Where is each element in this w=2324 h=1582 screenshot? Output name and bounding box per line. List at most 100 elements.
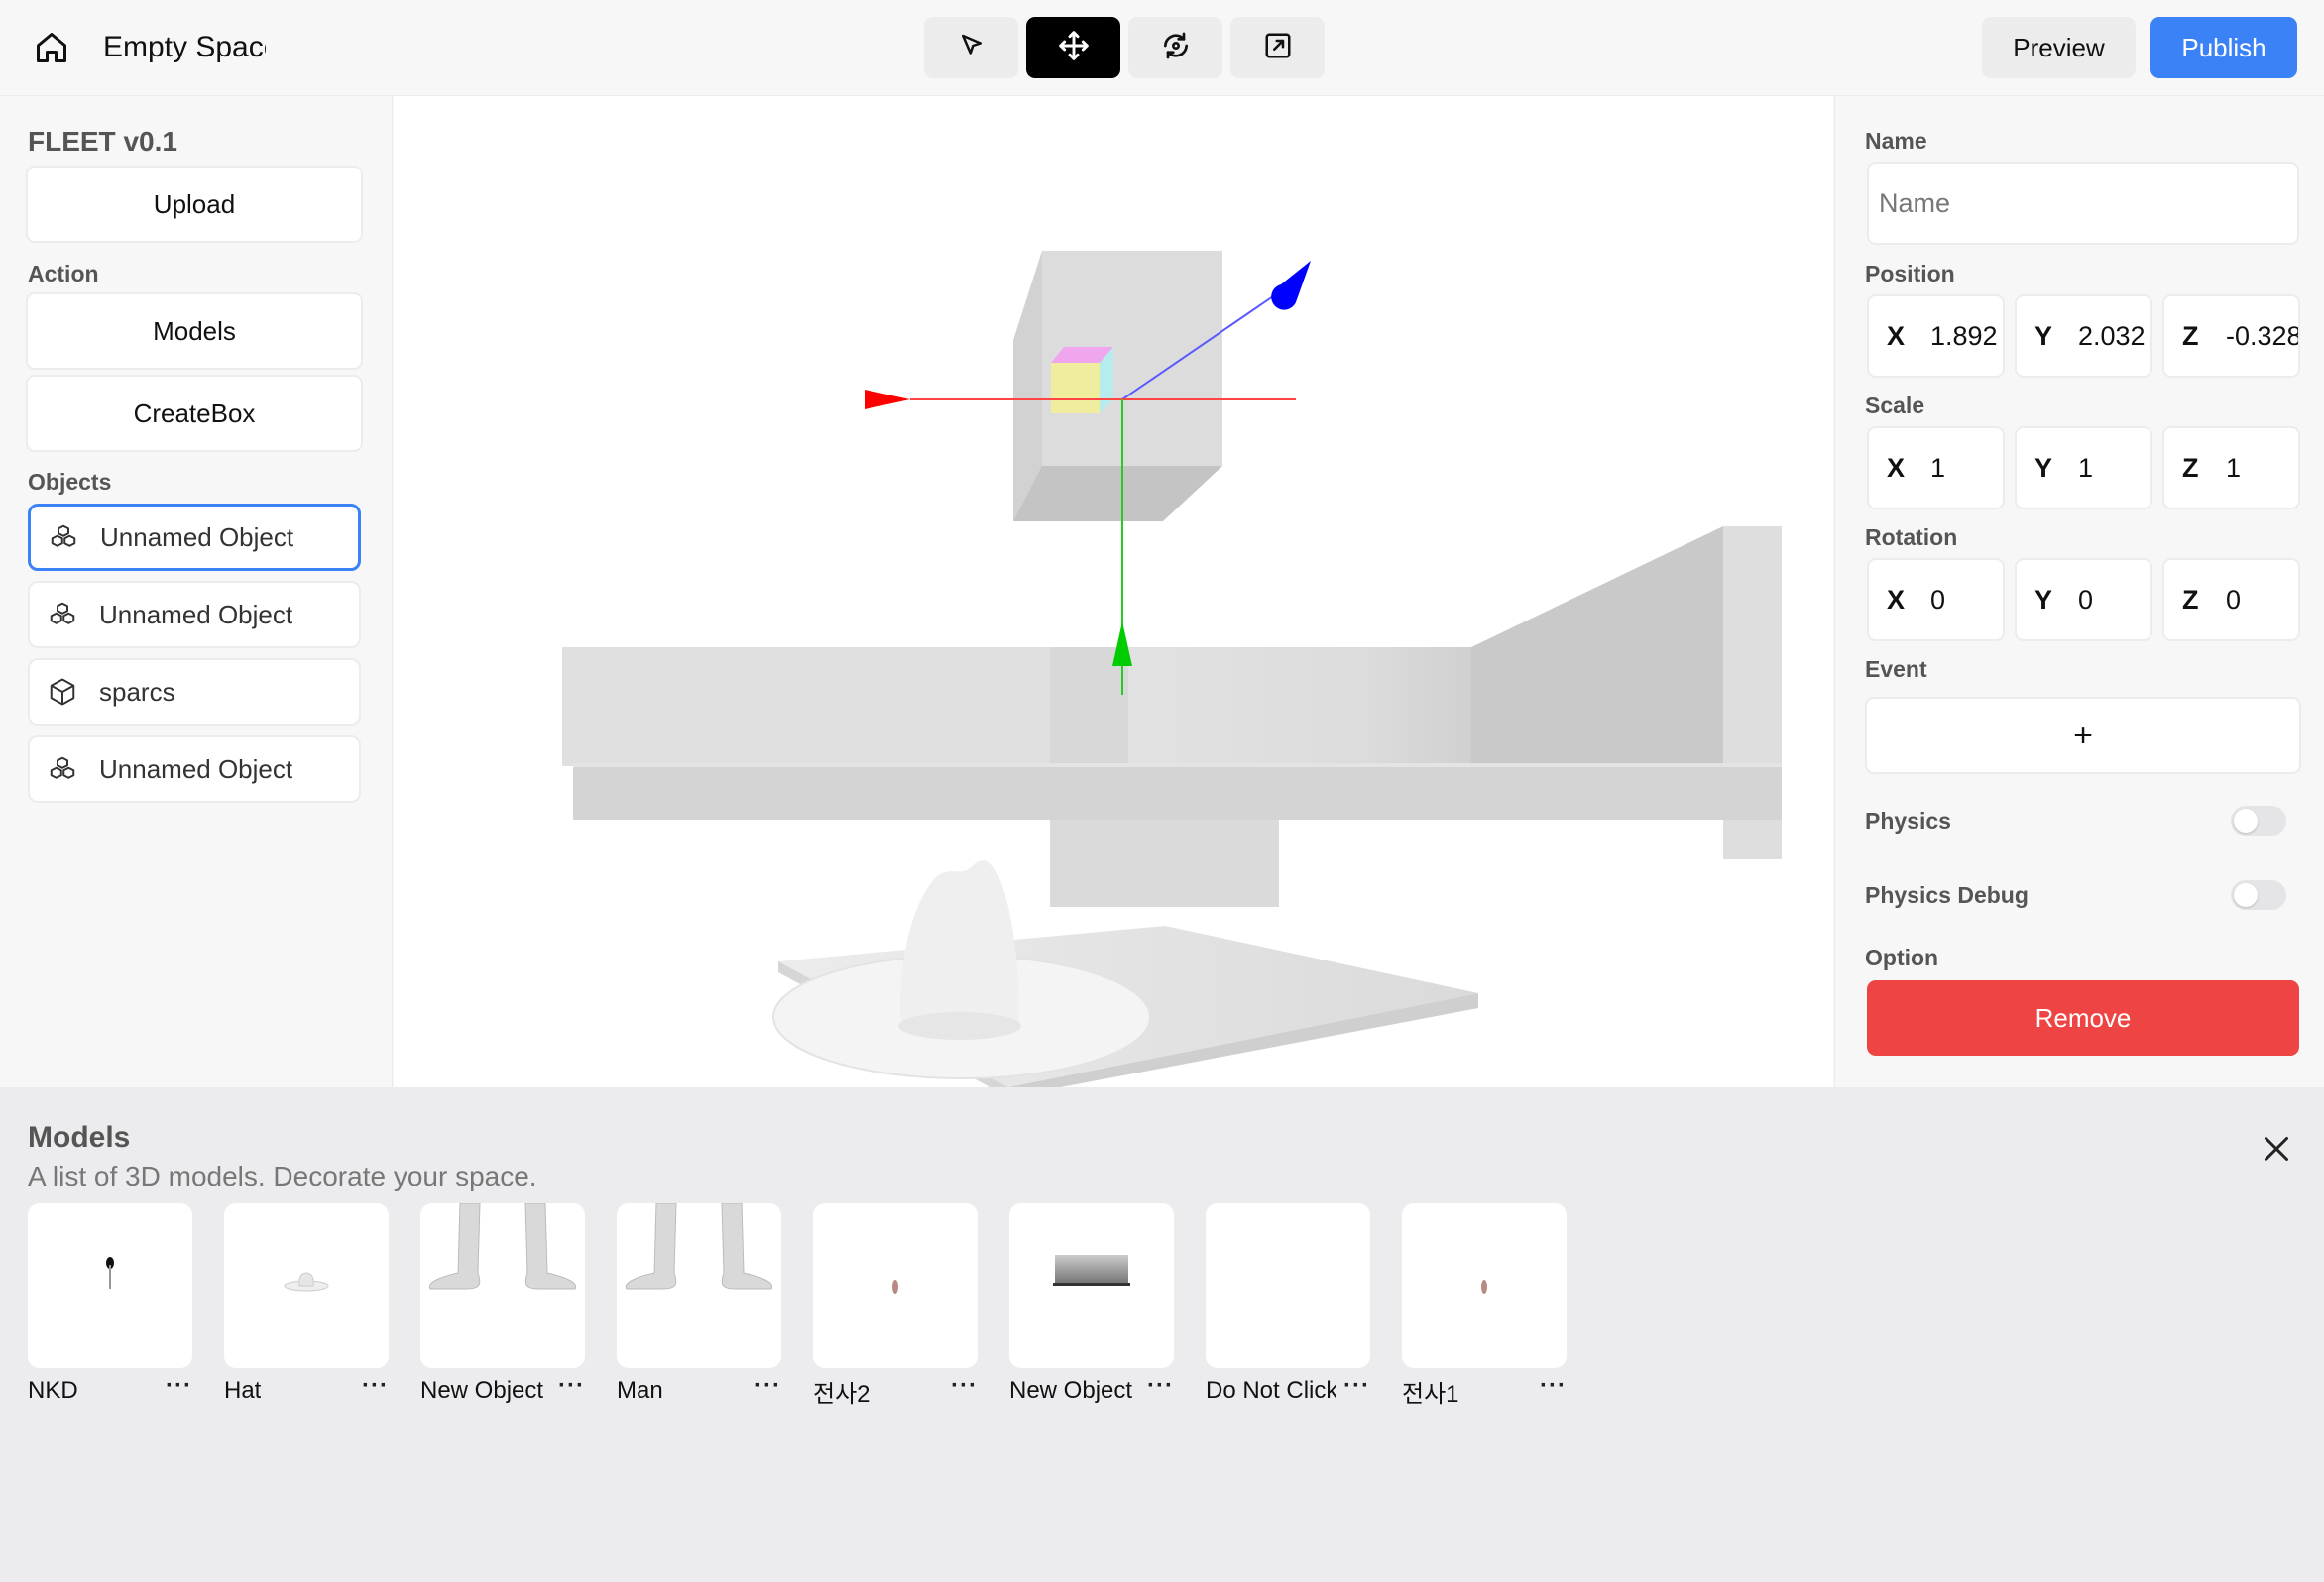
model-name: 전사2 xyxy=(813,1380,871,1408)
more-options-icon[interactable]: ··· xyxy=(362,1374,389,1401)
rotation-fields: X0 Y0 Z0 xyxy=(1867,558,2300,641)
model-card[interactable]: Hat ··· xyxy=(224,1203,389,1406)
drawer-title: Models xyxy=(28,1121,131,1154)
position-y-field[interactable]: Y 2.032 xyxy=(2015,294,2152,378)
model-card[interactable]: 전사1 ··· xyxy=(1402,1203,1567,1408)
model-thumbnail[interactable] xyxy=(1402,1203,1567,1368)
wall-structure[interactable] xyxy=(562,526,1782,907)
move-arrows-icon xyxy=(1058,30,1090,66)
cube-icon xyxy=(48,675,81,709)
cubes-icon xyxy=(48,598,81,631)
scale-tool-button[interactable] xyxy=(1230,17,1325,78)
model-name: Hat xyxy=(224,1377,262,1404)
toggle-knob xyxy=(2234,883,2258,907)
add-event-button[interactable]: + xyxy=(1865,697,2301,774)
gizmo-y-arrow xyxy=(1112,622,1132,666)
model-thumbnail[interactable] xyxy=(28,1203,192,1368)
model-card[interactable]: NKD ··· xyxy=(28,1203,192,1406)
left-sidebar: FLEET v0.1 Upload Action Models CreateBo… xyxy=(0,96,393,1087)
properties-panel: Name Position X1.892 Y2.032 Z-0.328 Scal… xyxy=(1834,96,2324,1087)
remove-button[interactable]: Remove xyxy=(1867,980,2299,1056)
drawer-subtitle: A list of 3D models. Decorate your space… xyxy=(28,1161,537,1191)
model-thumbnail[interactable] xyxy=(617,1203,781,1368)
rotate-tool-button[interactable] xyxy=(1128,17,1222,78)
more-options-icon[interactable]: ··· xyxy=(755,1374,781,1401)
object-label: sparcs xyxy=(99,676,175,707)
objects-section-label: Objects xyxy=(28,469,112,495)
scene-canvas[interactable] xyxy=(394,96,1833,1087)
more-options-icon[interactable]: ··· xyxy=(558,1374,585,1401)
gizmo-z-arrow xyxy=(1271,261,1311,310)
cubes-icon xyxy=(48,752,81,786)
position-x-field[interactable]: X 1.892 xyxy=(1867,294,2005,378)
model-card[interactable]: 전사2 ··· xyxy=(813,1203,978,1408)
physics-debug-toggle[interactable] xyxy=(2231,880,2286,910)
cubes-icon xyxy=(49,520,82,554)
model-name: NKD xyxy=(28,1377,78,1404)
more-options-icon[interactable]: ··· xyxy=(1540,1374,1567,1401)
createbox-button[interactable]: CreateBox xyxy=(26,375,363,452)
scale-fields: X1 Y1 Z1 xyxy=(1867,426,2300,509)
position-fields: X 1.892 Y 2.032 Z -0.328 xyxy=(1867,294,2300,378)
close-icon[interactable] xyxy=(2255,1127,2298,1171)
more-options-icon[interactable]: ··· xyxy=(1147,1374,1174,1401)
model-card[interactable]: New Object ··· xyxy=(420,1203,585,1406)
resize-icon xyxy=(1263,31,1293,65)
scene-viewport[interactable] xyxy=(394,96,1833,1087)
toggle-knob xyxy=(2234,809,2258,833)
model-thumbnail[interactable] xyxy=(1009,1203,1174,1368)
model-name: 전사1 xyxy=(1402,1380,1459,1408)
scale-x-field[interactable]: X1 xyxy=(1867,426,2005,509)
physics-debug-label: Physics Debug xyxy=(1865,882,2029,908)
physics-toggle[interactable] xyxy=(2231,806,2286,836)
more-options-icon[interactable]: ··· xyxy=(166,1374,192,1401)
publish-button[interactable]: Publish xyxy=(2150,17,2297,78)
action-section-label: Action xyxy=(28,261,99,286)
models-drawer: Models A list of 3D models. Decorate you… xyxy=(0,1087,2324,1582)
upload-button[interactable]: Upload xyxy=(26,166,363,243)
position-label: Position xyxy=(1865,261,1955,286)
select-tool-button[interactable] xyxy=(924,17,1018,78)
rotation-x-field[interactable]: X0 xyxy=(1867,558,2005,641)
gizmo-x-arrow xyxy=(865,390,910,409)
model-thumbnail[interactable] xyxy=(224,1203,389,1368)
model-name: Do Not Click xyxy=(1206,1377,1336,1404)
scale-z-field[interactable]: Z1 xyxy=(2162,426,2300,509)
model-thumbnail[interactable] xyxy=(813,1203,978,1368)
model-card[interactable]: New Object ··· xyxy=(1009,1203,1174,1406)
option-label: Option xyxy=(1865,945,1939,970)
more-options-icon[interactable]: ··· xyxy=(951,1374,978,1401)
name-label: Name xyxy=(1865,128,1927,154)
move-tool-button[interactable] xyxy=(1026,17,1120,78)
scale-y-field[interactable]: Y1 xyxy=(2015,426,2152,509)
small-cube-object[interactable] xyxy=(1051,347,1113,413)
physics-label: Physics xyxy=(1865,808,1951,834)
rotation-z-field[interactable]: Z0 xyxy=(2162,558,2300,641)
model-card[interactable]: Man ··· xyxy=(617,1203,781,1406)
rotation-y-field[interactable]: Y0 xyxy=(2015,558,2152,641)
scale-label: Scale xyxy=(1865,393,1925,418)
object-label: Unnamed Object xyxy=(99,753,293,784)
name-input[interactable] xyxy=(1867,162,2299,245)
preview-button[interactable]: Preview xyxy=(1982,17,2136,78)
object-item[interactable]: Unnamed Object xyxy=(28,735,361,803)
position-z-field[interactable]: Z -0.328 xyxy=(2162,294,2300,378)
models-button[interactable]: Models xyxy=(26,292,363,370)
model-thumbnail[interactable] xyxy=(420,1203,585,1368)
object-item[interactable]: Unnamed Object xyxy=(28,581,361,648)
more-options-icon[interactable]: ··· xyxy=(1343,1374,1370,1401)
home-icon[interactable] xyxy=(30,26,73,69)
model-name: New Object xyxy=(420,1377,544,1404)
model-list: NKD ··· Hat ··· New Object ··· Man ··· 전… xyxy=(28,1203,1567,1408)
top-bar: Empty Space Preview Publish xyxy=(0,0,2324,96)
rotation-label: Rotation xyxy=(1865,524,1958,550)
object-item[interactable]: Unnamed Object xyxy=(28,504,361,571)
model-card[interactable]: Do Not Click ··· xyxy=(1206,1203,1370,1406)
selected-box-object[interactable] xyxy=(1013,251,1222,521)
model-name: New Object xyxy=(1009,1377,1133,1404)
model-thumbnail[interactable] xyxy=(1206,1203,1370,1368)
object-label: Unnamed Object xyxy=(99,599,293,629)
event-label: Event xyxy=(1865,656,1927,682)
project-title[interactable]: Empty Space xyxy=(103,28,266,67)
object-item[interactable]: sparcs xyxy=(28,658,361,726)
